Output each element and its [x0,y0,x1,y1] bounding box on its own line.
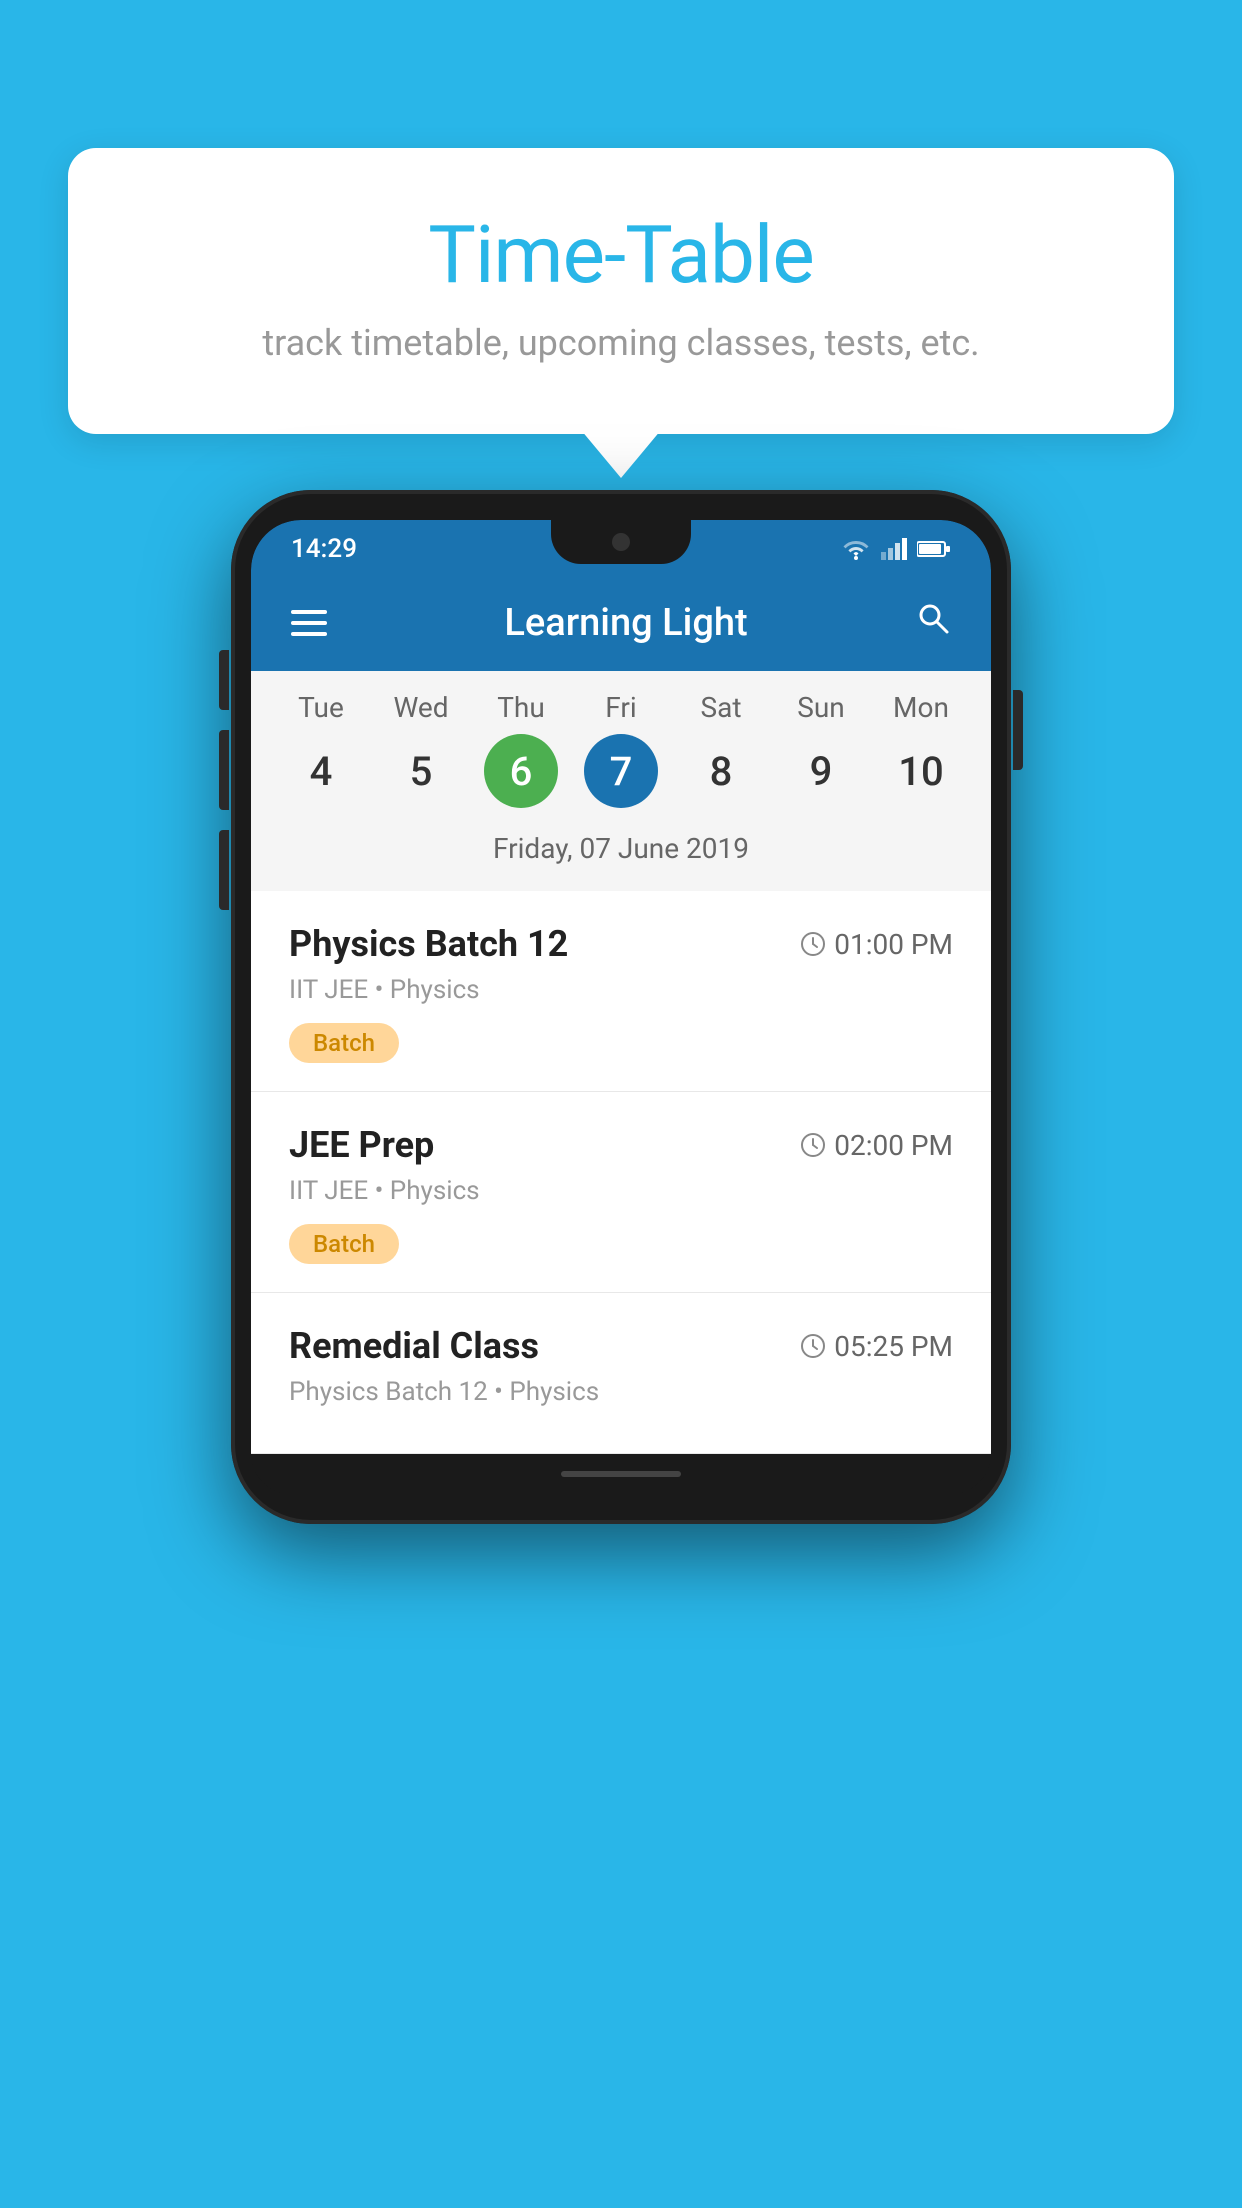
day-col-sun[interactable]: Sun 9 [771,691,871,808]
batch-badge: Batch [289,1023,399,1063]
app-title: Learning Light [337,601,915,645]
phone-body: 14:29 [231,490,1011,1524]
calendar-section: Tue 4 Wed 5 Thu 6 Fri 7 Sat 8 Sun 9 Mon 10 Friday, 07… [251,671,991,891]
day-col-wed[interactable]: Wed 5 [371,691,471,808]
batch-badge: Batch [289,1224,399,1264]
class-item-2[interactable]: Remedial Class 05:25 PM Physics Batch 12 … [251,1293,991,1454]
phone-bottom-bar [251,1454,991,1494]
class-item-1[interactable]: JEE Prep 02:00 PM IIT JEE • Physics Batch [251,1092,991,1293]
day-label: Wed [393,691,448,724]
phone-screen: 14:29 [251,520,991,1454]
silent-button [219,650,229,710]
day-number: 9 [784,734,858,808]
camera [612,533,630,551]
class-time: 05:25 PM [800,1330,953,1363]
day-col-fri[interactable]: Fri 7 [571,691,671,808]
class-meta: IIT JEE • Physics [289,1176,953,1206]
class-time: 02:00 PM [800,1129,953,1162]
selected-date-label: Friday, 07 June 2019 [251,822,991,881]
day-label: Thu [497,691,545,724]
class-item-0[interactable]: Physics Batch 12 01:00 PM IIT JEE • Physi… [251,891,991,1092]
status-time: 14:29 [291,534,357,564]
class-item-header: Physics Batch 12 01:00 PM [289,923,953,965]
class-name: Physics Batch 12 [289,923,568,965]
class-name: JEE Prep [289,1124,434,1166]
clock-icon [800,1132,826,1158]
hamburger-line-2 [291,621,327,625]
battery-icon [917,540,951,558]
status-bar: 14:29 [251,520,991,574]
volume-down-button [219,830,229,910]
class-time: 01:00 PM [800,928,953,961]
day-label: Mon [893,691,949,724]
phone-mockup: 14:29 [231,490,1011,1524]
status-icons [841,538,951,560]
class-meta: Physics Batch 12 • Physics [289,1377,953,1407]
day-label: Sat [700,691,741,724]
app-header: Learning Light [251,574,991,671]
day-col-thu[interactable]: Thu 6 [471,691,571,808]
tooltip-card: Time-Table track timetable, upcoming cla… [68,148,1174,434]
day-label: Sun [797,691,845,724]
tooltip-title: Time-Table [118,208,1124,302]
hamburger-line-1 [291,610,327,614]
power-button [1013,690,1023,770]
day-label: Tue [298,691,344,724]
hamburger-line-3 [291,632,327,636]
day-number: 7 [584,734,658,808]
clock-icon [800,931,826,957]
class-time-text: 02:00 PM [834,1129,953,1162]
day-label: Fri [605,691,636,724]
class-list: Physics Batch 12 01:00 PM IIT JEE • Physi… [251,891,991,1454]
day-number: 10 [884,734,958,808]
home-indicator [561,1471,681,1477]
day-col-tue[interactable]: Tue 4 [271,691,371,808]
days-row: Tue 4 Wed 5 Thu 6 Fri 7 Sat 8 Sun 9 Mon 10 [251,691,991,808]
class-name: Remedial Class [289,1325,539,1367]
day-number: 4 [284,734,358,808]
class-item-header: JEE Prep 02:00 PM [289,1124,953,1166]
class-item-header: Remedial Class 05:25 PM [289,1325,953,1367]
wifi-icon [841,538,871,560]
clock-icon [800,1333,826,1359]
class-time-text: 01:00 PM [834,928,953,961]
search-button[interactable] [915,600,951,645]
day-col-sat[interactable]: Sat 8 [671,691,771,808]
day-col-mon[interactable]: Mon 10 [871,691,971,808]
signal-icon [881,538,907,560]
hamburger-menu-button[interactable] [291,610,327,636]
class-meta: IIT JEE • Physics [289,975,953,1005]
tooltip-subtitle: track timetable, upcoming classes, tests… [118,322,1124,364]
volume-up-button [219,730,229,810]
day-number: 8 [684,734,758,808]
day-number: 5 [384,734,458,808]
notch [551,520,691,564]
day-number: 6 [484,734,558,808]
class-time-text: 05:25 PM [834,1330,953,1363]
